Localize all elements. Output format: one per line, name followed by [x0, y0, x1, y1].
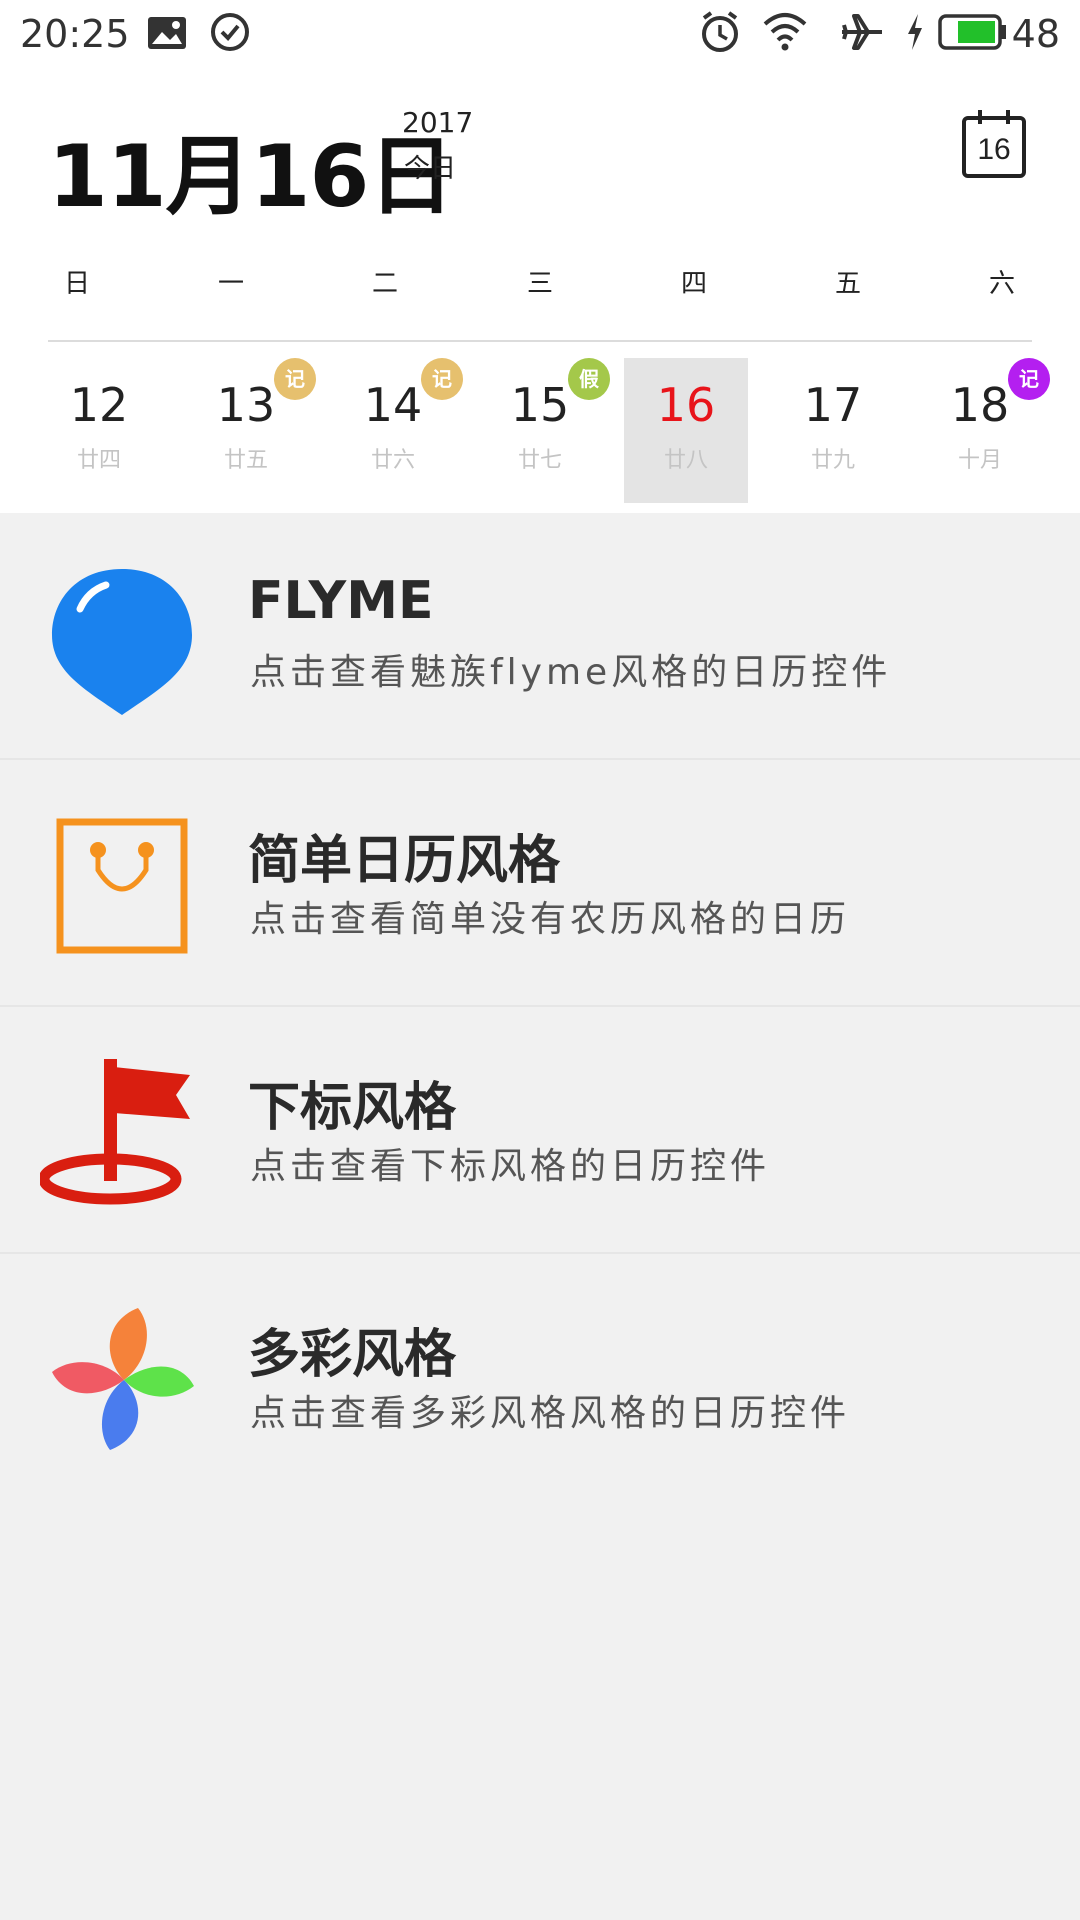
calendar-icon: 16: [962, 110, 1026, 178]
current-date: 11月16日: [48, 127, 454, 227]
day-lunar: 廿六: [370, 448, 415, 473]
note-badge: 记: [421, 358, 463, 400]
item-subtitle: 点击查看魅族flyme风格的日历控件: [250, 652, 892, 693]
item-subtitle: 点击查看多彩风格风格的日历控件: [250, 1393, 851, 1434]
item-title: 简单日历风格: [248, 831, 561, 891]
item-title: 下标风格: [248, 1078, 457, 1138]
day-number: 16: [656, 378, 716, 432]
airplane-icon: [842, 14, 882, 50]
today-calendar-button[interactable]: 16: [960, 108, 1030, 180]
weekday-sun: 日: [63, 269, 90, 299]
weekday-tue: 二: [371, 269, 398, 299]
item-title: FLYME: [248, 571, 434, 631]
day-lunar: 廿五: [223, 448, 268, 473]
weekday-fri: 五: [834, 269, 861, 299]
battery-icon: [938, 14, 1006, 50]
pinwheel-icon: [52, 1308, 194, 1450]
current-year: 2017: [402, 106, 474, 139]
day-number: 12: [69, 378, 129, 432]
check-circle-icon: [211, 13, 249, 51]
shopping-bag-icon: [56, 818, 188, 954]
week-days-row: 12 廿四 13 廿五 记 14 廿六 记 15 廿七 假 16 廿八 17 廿…: [0, 358, 1080, 503]
list-item-colorful[interactable]: 多彩风格 点击查看多彩风格风格的日历控件: [0, 1254, 1080, 1501]
day-cell[interactable]: 12 廿四: [37, 358, 161, 503]
note-badge: 记: [274, 358, 316, 400]
day-cell[interactable]: 15 廿七 假: [478, 358, 610, 503]
weekday-thu: 四: [680, 269, 707, 299]
calendar-header: 11月16日 2017 今日 16 日 一 二 三 四 五 六 12 廿四 13…: [0, 68, 1080, 513]
blue-balloon-icon: [52, 569, 192, 715]
day-lunar: 廿四: [76, 448, 121, 473]
weekday-row: 日 一 二 三 四 五 六: [0, 263, 1080, 313]
item-subtitle: 点击查看简单没有农历风格的日历: [250, 899, 851, 940]
weekday-wed: 三: [526, 269, 553, 299]
day-lunar: 廿七: [517, 448, 562, 473]
flag-icon: [40, 1059, 190, 1205]
battery-level: 48: [1011, 12, 1060, 56]
list-item-flyme[interactable]: FLYME 点击查看魅族flyme风格的日历控件: [0, 513, 1080, 760]
wifi-icon: [763, 13, 807, 51]
weekday-sat: 六: [988, 269, 1015, 299]
charging-icon: [908, 14, 922, 50]
calendar-icon-day: 16: [977, 133, 1010, 166]
day-cell-selected[interactable]: 16 廿八: [624, 358, 748, 503]
item-title: 多彩风格: [248, 1325, 457, 1385]
today-label: 今日: [404, 154, 457, 184]
list-item-simple[interactable]: 简单日历风格 点击查看简单没有农历风格的日历: [0, 760, 1080, 1007]
image-icon: [148, 17, 186, 49]
list-item-subscript[interactable]: 下标风格 点击查看下标风格的日历控件: [0, 1007, 1080, 1254]
day-lunar: 廿九: [810, 448, 855, 473]
day-lunar: 廿八: [663, 448, 708, 473]
day-cell[interactable]: 17 廿九: [771, 358, 895, 503]
status-bar: 20:25 48: [0, 0, 1080, 68]
day-cell[interactable]: 13 廿五 记: [184, 358, 316, 503]
note-badge: 记: [1008, 358, 1050, 400]
day-cell[interactable]: 18 十月 记: [918, 358, 1050, 503]
weekday-mon: 一: [217, 269, 244, 299]
day-cell[interactable]: 14 廿六 记: [331, 358, 463, 503]
alarm-icon: [702, 11, 738, 52]
day-lunar: 十月: [957, 448, 1002, 473]
item-subtitle: 点击查看下标风格的日历控件: [250, 1146, 771, 1187]
weekday-divider: [48, 340, 1032, 342]
holiday-badge: 假: [568, 358, 610, 400]
status-time: 20:25: [20, 12, 130, 56]
day-number: 17: [803, 378, 863, 432]
